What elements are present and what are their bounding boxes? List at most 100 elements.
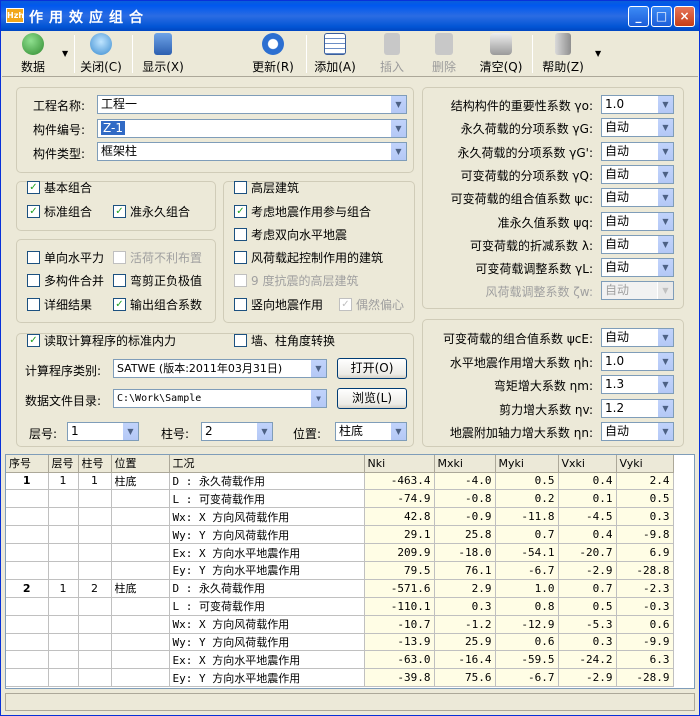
project-name-select[interactable]: 工程一 ▼	[97, 95, 407, 114]
cell-value[interactable]: -16.4	[434, 650, 496, 670]
cell-floor[interactable]	[48, 668, 79, 688]
cell-load-case[interactable]: Wx: X 方向风荷载作用	[169, 507, 365, 527]
uniaxial-checkbox[interactable]: 单向水平力	[27, 251, 104, 265]
cell-pos[interactable]	[111, 597, 170, 616]
close-button[interactable]: 关闭(C)	[78, 33, 124, 75]
chevron-down-icon[interactable]: ▼	[657, 142, 673, 160]
cell-floor[interactable]	[48, 489, 79, 509]
cell-value[interactable]: 79.5	[364, 561, 435, 580]
standard-combo-checkbox[interactable]: ✓ 标准组合	[27, 205, 92, 219]
nine-degree-checkbox[interactable]: 9 度抗震的高层建筑	[234, 274, 358, 288]
cell-load-case[interactable]: Ey: Y 方向水平地震作用	[169, 561, 365, 580]
cell-col[interactable]: 1	[78, 472, 112, 491]
chevron-down-icon[interactable]: ▼	[657, 165, 673, 183]
table-row[interactable]: 1 1 1 柱底 D : 永久荷载作用 -463.4 -4.0 0.5 0.4 2.4	[6, 472, 674, 491]
delete-button[interactable]: 删除	[426, 33, 462, 75]
bidir-seismic-checkbox[interactable]: 考虑双向水平地震	[234, 228, 347, 242]
cell-value[interactable]: 0.5	[558, 597, 617, 616]
seismic-factor-select[interactable]: 1.2 ▼	[601, 398, 674, 418]
cell-col[interactable]	[78, 668, 112, 688]
cell-pos[interactable]	[111, 650, 170, 670]
multi-merge-checkbox[interactable]: 多构件合并	[27, 274, 104, 288]
table-row[interactable]: L : 可变荷载作用 -74.9 -0.8 0.2 0.1 0.5	[6, 489, 674, 509]
cell-col[interactable]	[78, 489, 112, 509]
cell-floor[interactable]: 1	[48, 472, 79, 491]
cell-value[interactable]: 2.4	[616, 472, 674, 491]
clear-button[interactable]: 清空(Q)	[478, 33, 524, 75]
chevron-down-icon[interactable]: ▼	[657, 212, 673, 230]
show-button[interactable]: 显示(X)	[140, 33, 186, 75]
column-header[interactable]: Vyki	[616, 455, 674, 473]
chevron-down-icon[interactable]: ▼	[390, 120, 406, 137]
column-header[interactable]: Vxki	[558, 455, 617, 473]
cell-value[interactable]: -2.9	[558, 668, 617, 688]
cell-load-case[interactable]: L : 可变荷载作用	[169, 597, 365, 616]
cell-floor[interactable]	[48, 507, 79, 527]
cell-value[interactable]: 0.1	[558, 489, 617, 509]
cell-pos[interactable]: 柱底	[111, 472, 170, 491]
chevron-down-icon[interactable]: ▼	[657, 376, 673, 393]
cell-load-case[interactable]: D : 永久荷载作用	[169, 579, 365, 598]
factor-select[interactable]: 自动 ▼	[601, 281, 674, 301]
cell-value[interactable]: 0.5	[616, 489, 674, 509]
cell-value[interactable]: 0.3	[558, 633, 617, 652]
cell-col[interactable]	[78, 561, 112, 580]
cell-pos[interactable]: 柱底	[111, 579, 170, 598]
factor-select[interactable]: 自动 ▼	[601, 164, 674, 184]
cell-floor[interactable]	[48, 615, 79, 634]
cell-floor[interactable]	[48, 650, 79, 670]
table-row[interactable]: Wy: Y 方向风荷载作用 -13.9 25.9 0.6 0.3 -9.9	[6, 633, 674, 652]
cell-seq[interactable]	[6, 668, 49, 688]
maximize-button[interactable]: □	[651, 6, 672, 27]
cell-value[interactable]: -4.0	[434, 472, 496, 491]
column-header[interactable]: 层号	[48, 455, 79, 473]
table-row[interactable]: Ex: X 方向水平地震作用 209.9 -18.0 -54.1 -20.7 6.9	[6, 543, 674, 562]
chevron-down-icon[interactable]: ▼	[657, 282, 673, 300]
cell-value[interactable]: 25.8	[434, 525, 496, 545]
cell-load-case[interactable]: L : 可变荷载作用	[169, 489, 365, 509]
cell-pos[interactable]	[111, 507, 170, 527]
cell-seq[interactable]	[6, 543, 49, 562]
chevron-down-icon[interactable]: ▼	[256, 423, 272, 440]
column-header[interactable]: Myki	[495, 455, 559, 473]
column-header[interactable]: 位置	[111, 455, 170, 473]
cell-floor[interactable]	[48, 633, 79, 652]
seismic-combo-checkbox[interactable]: ✓ 考虑地震作用参与组合	[234, 205, 371, 219]
column-select[interactable]: 2 ▼	[201, 422, 273, 441]
high-rise-checkbox[interactable]: 高层建筑	[234, 181, 299, 195]
cell-floor[interactable]: 1	[48, 579, 79, 598]
factor-select[interactable]: 自动 ▼	[601, 234, 674, 254]
cell-col[interactable]	[78, 525, 112, 545]
cell-load-case[interactable]: Wy: Y 方向风荷载作用	[169, 633, 365, 652]
chevron-down-icon[interactable]: ▼	[657, 352, 673, 370]
cell-value[interactable]: -39.8	[364, 668, 435, 688]
chevron-down-icon[interactable]: ▼	[657, 96, 673, 113]
cell-value[interactable]: -9.8	[616, 525, 674, 545]
cell-value[interactable]: -63.0	[364, 650, 435, 670]
cell-col[interactable]	[78, 615, 112, 634]
cell-value[interactable]: -5.3	[558, 615, 617, 634]
cell-col[interactable]	[78, 543, 112, 562]
wind-control-checkbox[interactable]: 风荷载起控制作用的建筑	[234, 251, 383, 265]
cell-pos[interactable]	[111, 543, 170, 562]
chevron-down-icon[interactable]: ▼	[657, 235, 673, 253]
minimize-button[interactable]: _	[628, 6, 649, 27]
member-id-select[interactable]: Z-1 ▼	[97, 119, 407, 138]
data-button[interactable]: 数据	[16, 33, 50, 75]
cell-floor[interactable]	[48, 597, 79, 616]
table-row[interactable]: Wy: Y 方向风荷载作用 29.1 25.8 0.7 0.4 -9.8	[6, 525, 674, 545]
output-coef-checkbox[interactable]: ✓ 输出组合系数	[113, 298, 202, 312]
chevron-down-icon[interactable]: ▼	[390, 143, 406, 160]
seismic-factor-select[interactable]: 自动 ▼	[601, 328, 674, 347]
title-bar[interactable]: Hzh 作用效应组合 _ □ ×	[1, 1, 699, 31]
cell-col[interactable]	[78, 507, 112, 527]
cell-seq[interactable]	[6, 597, 49, 616]
cell-value[interactable]: -74.9	[364, 489, 435, 509]
cell-seq[interactable]	[6, 615, 49, 634]
table-row[interactable]: Ex: X 方向水平地震作用 -63.0 -16.4 -59.5 -24.2 6.3	[6, 650, 674, 670]
help-dropdown-arrow-icon[interactable]: ▼	[595, 49, 601, 58]
cell-pos[interactable]	[111, 489, 170, 509]
table-row[interactable]: Wx: X 方向风荷载作用 42.8 -0.9 -11.8 -4.5 0.3	[6, 507, 674, 527]
live-unfav-checkbox[interactable]: 活荷不利布置	[113, 251, 202, 265]
cell-value[interactable]: -463.4	[364, 472, 435, 491]
